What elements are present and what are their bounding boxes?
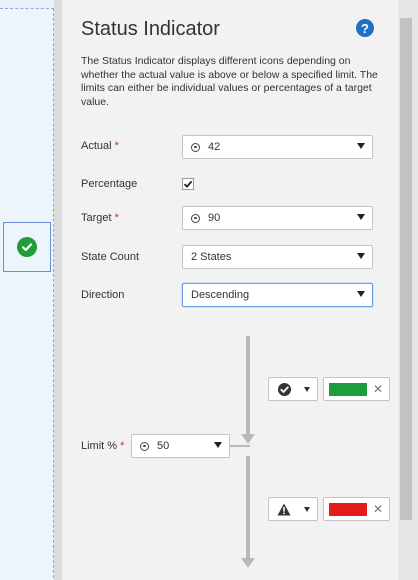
panel-description: The Status Indicator displays different … xyxy=(81,55,378,108)
actual-label-text: Actual xyxy=(81,140,112,152)
color-swatch xyxy=(329,503,367,516)
actual-label: Actual * xyxy=(81,140,119,152)
percentage-label: Percentage xyxy=(81,178,138,190)
flow-line xyxy=(246,456,250,560)
scrollbar-thumb[interactable] xyxy=(400,18,412,520)
warning-triangle-icon xyxy=(277,503,291,516)
target-label-text: Target xyxy=(81,212,112,224)
arrow-down-icon xyxy=(241,558,255,568)
required-marker: * xyxy=(120,440,125,452)
required-marker: * xyxy=(114,212,119,224)
actual-value: 42 xyxy=(208,141,221,153)
target-icon xyxy=(191,213,200,223)
caret-down-icon xyxy=(304,507,310,512)
panel-title: Status Indicator xyxy=(81,18,220,40)
limit-label: Limit % * xyxy=(81,440,124,452)
flow-line xyxy=(246,336,250,436)
state-icon-select-1[interactable] xyxy=(268,377,318,401)
design-canvas xyxy=(0,0,62,580)
canvas-frame xyxy=(0,8,54,580)
checkmark-icon xyxy=(183,180,193,188)
direction-label: Direction xyxy=(81,289,125,301)
caret-down-icon xyxy=(304,387,310,392)
state-count-select[interactable]: 2 States xyxy=(182,245,373,269)
target-icon xyxy=(140,441,149,451)
caret-down-icon xyxy=(357,291,365,297)
state-color-picker-2[interactable]: ✕ xyxy=(323,497,390,521)
state-count-value: 2 States xyxy=(191,251,232,263)
target-value: 90 xyxy=(208,212,221,224)
state-color-picker-1[interactable]: ✕ xyxy=(323,377,390,401)
percentage-checkbox[interactable] xyxy=(182,178,194,190)
required-marker: * xyxy=(114,140,119,152)
check-circle-icon xyxy=(17,237,37,257)
panel-divider[interactable] xyxy=(54,0,62,580)
direction-select[interactable]: Descending xyxy=(182,283,373,307)
caret-down-icon xyxy=(214,442,222,448)
limit-value: 50 xyxy=(157,440,170,452)
actual-select[interactable]: 42 xyxy=(182,135,373,159)
limit-select[interactable]: 50 xyxy=(131,434,230,458)
target-select[interactable]: 90 xyxy=(182,206,373,230)
caret-down-icon xyxy=(357,143,365,149)
properties-panel: Status Indicator ? The Status Indicator … xyxy=(62,0,398,580)
remove-icon[interactable]: ✕ xyxy=(373,502,383,516)
arrow-down-icon xyxy=(241,434,255,444)
limit-label-text: Limit % xyxy=(81,440,118,452)
target-label: Target * xyxy=(81,212,119,224)
question-circle-icon[interactable]: ? xyxy=(356,19,374,37)
state-count-label: State Count xyxy=(81,251,140,263)
check-circle-icon xyxy=(278,383,291,396)
flow-connector xyxy=(230,445,250,447)
target-icon xyxy=(191,142,200,152)
direction-value: Descending xyxy=(191,289,250,301)
caret-down-icon xyxy=(357,214,365,220)
state-icon-select-2[interactable] xyxy=(268,497,318,521)
status-indicator-widget[interactable] xyxy=(3,222,51,272)
caret-down-icon xyxy=(357,253,365,259)
color-swatch xyxy=(329,383,367,396)
remove-icon[interactable]: ✕ xyxy=(373,382,383,396)
